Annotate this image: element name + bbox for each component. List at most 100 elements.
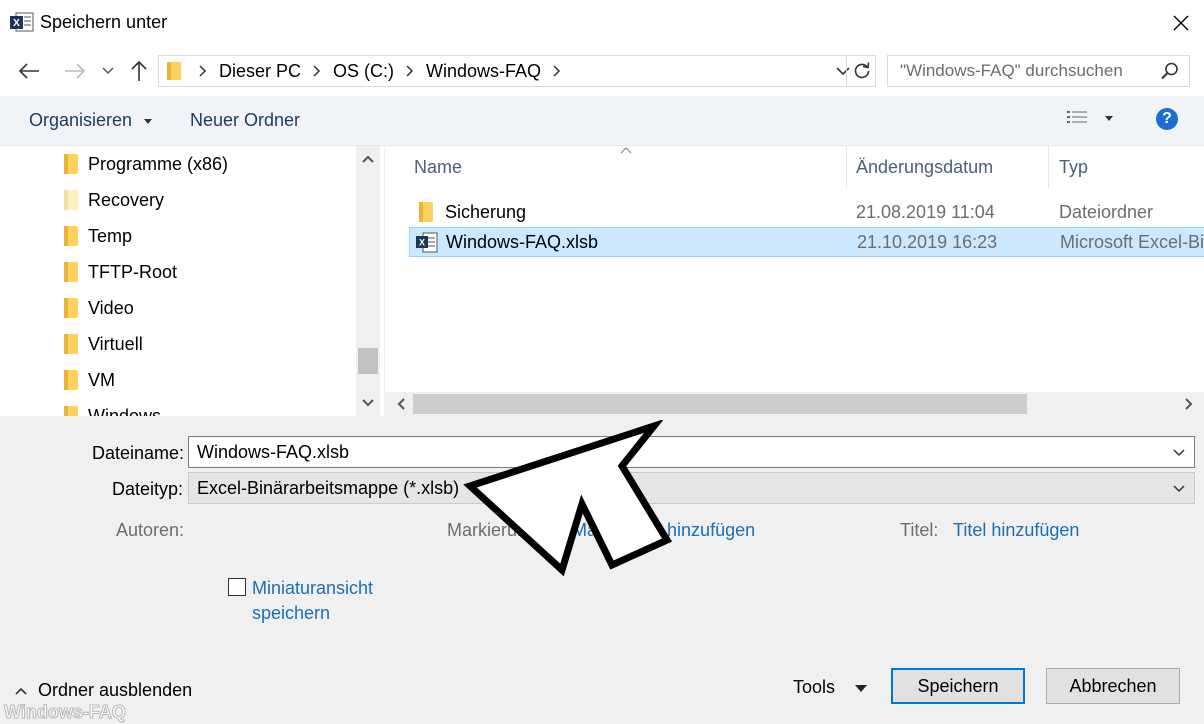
file-type: Microsoft Excel-Bin: [1060, 232, 1204, 252]
chevron-right-icon[interactable]: [313, 65, 321, 77]
save-thumbnail-label[interactable]: Miniaturansicht speichern: [252, 576, 373, 626]
cancel-button[interactable]: Abbrechen: [1046, 668, 1180, 704]
add-title-link[interactable]: Titel hinzufügen: [953, 520, 1079, 541]
help-button[interactable]: ?: [1156, 108, 1178, 130]
column-header-type[interactable]: Typ: [1059, 146, 1088, 188]
scroll-up-button[interactable]: [356, 146, 380, 172]
filetype-label: Dateityp:: [112, 479, 184, 499]
save-button[interactable]: Speichern: [891, 668, 1025, 704]
nav-item-recovery[interactable]: Recovery: [62, 182, 164, 218]
arrow-right-icon: [65, 63, 86, 79]
filetype-select[interactable]: Excel-Binärarbeitsmappe (*.xlsb): [188, 472, 1195, 504]
organize-menu-button[interactable]: Organisieren: [29, 110, 153, 131]
authors-label: Autoren:: [116, 520, 185, 540]
scroll-left-button[interactable]: [389, 392, 413, 416]
filename-value: Windows-FAQ.xlsb: [197, 442, 350, 462]
new-folder-button[interactable]: Neuer Ordner: [190, 110, 300, 131]
folder-icon: [64, 226, 78, 246]
caret-down-icon: [144, 119, 153, 125]
arrow-left-icon: [18, 63, 39, 79]
caret-down-icon: [855, 684, 868, 692]
filename-input[interactable]: Windows-FAQ.xlsb: [188, 436, 1195, 468]
chevron-right-icon[interactable]: [199, 65, 207, 77]
nav-item-programme-x86[interactable]: Programme (x86): [62, 146, 228, 182]
tools-label: Tools: [793, 677, 836, 697]
title-label: Titel:: [900, 520, 939, 540]
file-list: Name Änderungsdatum Typ Sicherung 21.08.…: [384, 146, 1204, 416]
search-placeholder: "Windows-FAQ" durchsuchen: [900, 61, 1123, 80]
nav-item-temp[interactable]: Temp: [62, 218, 132, 254]
filetype-value: Excel-Binärarbeitsmappe (*.xlsb): [197, 478, 460, 498]
nav-item-tftp-root[interactable]: TFTP-Root: [62, 254, 177, 290]
search-icon: [1161, 62, 1178, 80]
tools-menu-button[interactable]: Tools: [793, 677, 868, 698]
column-header-name[interactable]: Name: [414, 146, 462, 188]
change-view-button[interactable]: [1066, 109, 1114, 127]
scroll-thumb[interactable]: [413, 394, 1027, 414]
chevron-up-icon: [362, 155, 374, 163]
breadcrumb-drive[interactable]: OS (C:): [333, 61, 394, 82]
breadcrumb: Dieser PC OS (C:) Windows-FAQ: [193, 56, 573, 86]
folder-icon: [64, 370, 78, 390]
file-row-sicherung[interactable]: Sicherung 21.08.2019 11:04 Dateiordner: [409, 198, 1204, 228]
nav-item-video[interactable]: Video: [62, 290, 134, 326]
back-button[interactable]: [14, 56, 44, 86]
forward-button[interactable]: [60, 56, 90, 86]
save-as-dialog: X Speichern unter Dieser PC OS (C:) Wind…: [0, 0, 1204, 724]
save-thumbnail-label-line2: speichern: [252, 603, 331, 623]
scroll-thumb[interactable]: [358, 348, 378, 374]
nav-item-label: Windows: [88, 405, 162, 417]
nav-item-label: VM: [88, 369, 115, 390]
address-bar[interactable]: Dieser PC OS (C:) Windows-FAQ: [158, 55, 876, 87]
nav-item-windows[interactable]: Windows: [62, 398, 161, 416]
chevron-right-icon[interactable]: [406, 65, 414, 77]
up-button[interactable]: [124, 56, 154, 86]
search-input[interactable]: "Windows-FAQ" durchsuchen: [887, 55, 1190, 87]
folder-icon: [64, 298, 78, 318]
file-name: Sicherung: [445, 202, 527, 222]
close-icon: [1173, 15, 1189, 31]
nav-item-label: Video: [88, 297, 134, 318]
refresh-icon: [854, 62, 869, 79]
chevron-down-icon: [102, 67, 114, 75]
address-row: Dieser PC OS (C:) Windows-FAQ "Windows-F…: [0, 46, 1204, 96]
nav-item-vm[interactable]: VM: [62, 362, 115, 398]
close-button[interactable]: [1158, 0, 1204, 46]
chevron-down-icon[interactable]: [1172, 443, 1186, 461]
nav-item-label: Recovery: [88, 189, 165, 210]
column-divider[interactable]: [1048, 146, 1049, 188]
annotation-arrow-icon: [463, 420, 672, 577]
svg-text:X: X: [419, 238, 425, 248]
save-thumbnail-label-line1: Miniaturansicht: [252, 578, 374, 598]
title-bar: X Speichern unter: [0, 0, 1204, 46]
folder-icon: [64, 406, 78, 416]
file-row-windows-faq-xlsb[interactable]: X Windows-FAQ.xlsb 21.10.2019 16:23 Micr…: [409, 227, 1204, 257]
folder-icon: [167, 62, 181, 80]
scroll-right-button[interactable]: [1177, 392, 1201, 416]
chevron-up-icon: [15, 687, 27, 695]
navigation-pane: Programme (x86) Recovery Temp TFTP-Root …: [0, 146, 384, 416]
hide-folders-toggle[interactable]: Ordner ausblenden: [14, 680, 192, 701]
breadcrumb-this-pc[interactable]: Dieser PC: [219, 61, 301, 82]
chevron-left-icon: [397, 398, 405, 410]
filename-label: Dateiname:: [92, 443, 185, 463]
nav-vertical-scrollbar[interactable]: [356, 146, 380, 416]
chevron-down-icon: [362, 399, 374, 407]
chevron-down-icon: [1173, 485, 1185, 493]
nav-item-virtuell[interactable]: Virtuell: [62, 326, 143, 362]
column-header-date[interactable]: Änderungsdatum: [856, 146, 993, 188]
chevron-right-icon: [1185, 398, 1193, 410]
column-divider[interactable]: [846, 146, 847, 188]
file-type: Dateiordner: [1059, 202, 1154, 222]
chevron-right-icon[interactable]: [553, 65, 561, 77]
nav-item-label: Programme (x86): [88, 153, 229, 174]
scroll-down-button[interactable]: [356, 390, 380, 416]
save-thumbnail-checkbox[interactable]: [228, 578, 246, 596]
folder-icon: [64, 154, 78, 174]
breadcrumb-folder[interactable]: Windows-FAQ: [426, 61, 541, 82]
recent-locations-button[interactable]: [96, 56, 120, 86]
organize-label: Organisieren: [29, 110, 133, 130]
window-title: Speichern unter: [40, 12, 168, 32]
refresh-button[interactable]: [846, 55, 876, 87]
file-horizontal-scrollbar[interactable]: [385, 392, 1204, 416]
